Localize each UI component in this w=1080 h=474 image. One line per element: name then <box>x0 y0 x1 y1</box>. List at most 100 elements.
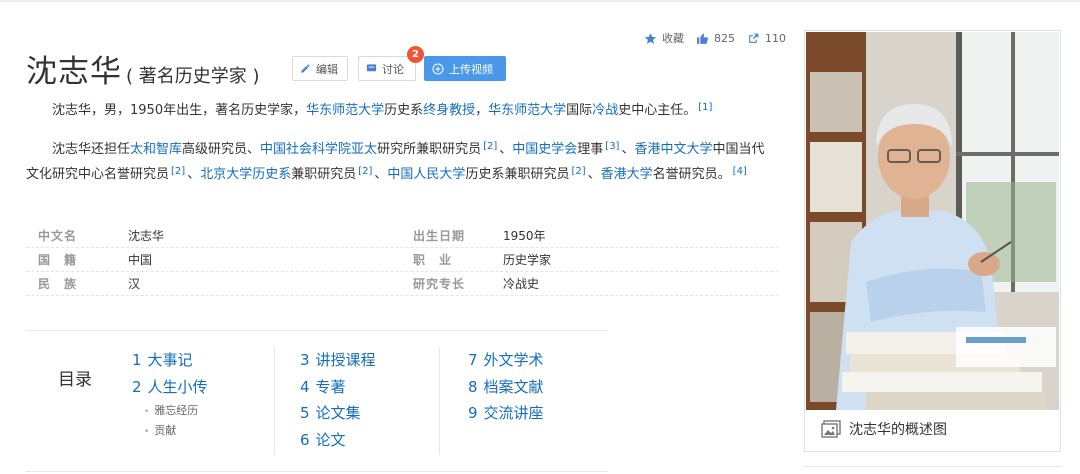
link-tenured-professor[interactable]: 终身教授 <box>423 103 475 118</box>
text: 研究所兼职研究员 <box>377 142 482 157</box>
link-hku[interactable]: 香港大学 <box>601 167 653 182</box>
link-cuhk[interactable]: 香港中文大学 <box>634 142 712 157</box>
upload-video-button[interactable]: 上传视频 <box>424 56 506 81</box>
info-label: 中文名 <box>38 229 78 243</box>
reference-2d[interactable]: [2] <box>571 166 585 177</box>
toc-num: 6 <box>300 430 310 449</box>
text: 、 <box>187 167 201 182</box>
favorite-label: 收藏 <box>662 32 684 45</box>
toc-subitem-experience[interactable]: 雅忘经历 <box>132 402 208 422</box>
toc-item-monographs[interactable]: 4 专著 <box>300 376 376 403</box>
link-ecnu-2[interactable]: 华东师范大学 <box>488 103 566 118</box>
discuss-count-badge: 2 <box>407 46 424 63</box>
table-of-contents: 目录 1 大事记 2 人生小传 雅忘经历 贡献 3 讲授课程 4 专著 5 论文集 6 论文… <box>26 330 608 472</box>
pencil-icon <box>301 64 310 73</box>
info-value: 1950年 <box>503 229 546 243</box>
info-value: 冷战史 <box>503 277 540 291</box>
like-button[interactable]: 825 <box>696 32 735 45</box>
info-value: 汉 <box>128 277 141 291</box>
text: 历史系 <box>384 103 424 118</box>
link-ruc[interactable]: 中国人民大学 <box>387 167 465 182</box>
info-label: 国 籍 <box>38 253 78 267</box>
toc-label: 论文 <box>315 430 346 449</box>
info-label: 研究专长 <box>413 277 466 291</box>
toc-label: 档案文献 <box>483 377 544 396</box>
info-row: 民 族 汉 研究专长 冷战史 <box>26 272 778 296</box>
favorite-button[interactable]: 收藏 <box>644 30 684 46</box>
text: 兼职研究员 <box>291 167 357 182</box>
toc-item-essay-collections[interactable]: 5 论文集 <box>300 402 376 429</box>
share-count: 110 <box>765 31 786 45</box>
top-divider <box>0 0 1080 2</box>
toc-divider <box>274 347 275 455</box>
text: 、 <box>587 167 601 182</box>
info-label: 职 业 <box>413 253 453 267</box>
page-subtitle: ( 著名历史学家 ) <box>126 66 260 87</box>
edit-label: 编辑 <box>316 62 338 76</box>
reference-3[interactable]: [3] <box>605 141 619 152</box>
text: 沈志华还担任 <box>52 142 131 157</box>
toc-num: 7 <box>468 351 478 369</box>
link-cass-asia-pacific[interactable]: 中国社会科学院亚太 <box>260 142 377 157</box>
toc-item-events[interactable]: 1 大事记 <box>132 349 208 376</box>
reference-1[interactable]: [1] <box>698 102 712 113</box>
toc-column-3: 7 外文学术 8 档案文献 9 交流讲座 <box>468 349 544 429</box>
star-icon <box>644 32 657 44</box>
text: 史中心主任。 <box>618 103 697 118</box>
discuss-button[interactable]: 讨论 <box>358 56 416 81</box>
toc-num: 3 <box>300 351 310 369</box>
link-chinese-historical-society[interactable]: 中国史学会 <box>512 142 577 157</box>
info-value: 历史学家 <box>503 253 552 267</box>
toc-item-archives[interactable]: 8 档案文献 <box>468 376 544 403</box>
text: 、 <box>621 142 635 157</box>
info-row: 国 籍 中国 职 业 历史学家 <box>26 248 778 272</box>
toc-column-2: 3 讲授课程 4 专著 5 论文集 6 论文 <box>300 349 376 455</box>
comment-icon <box>366 64 377 72</box>
toc-label: 大事记 <box>147 351 193 369</box>
toc-divider <box>439 347 440 455</box>
toc-item-foreign-scholarship[interactable]: 7 外文学术 <box>468 349 544 376</box>
plus-circle-icon <box>432 63 444 74</box>
summary-image-card[interactable]: 沈志华的概述图 <box>804 30 1061 452</box>
portrait-illustration <box>806 32 1059 410</box>
text: 名誉研究员。 <box>652 167 731 182</box>
toc-item-papers[interactable]: 6 论文 <box>300 429 376 456</box>
text: 沈志华，男，1950年出生，著名历史学家， <box>52 103 307 118</box>
link-pku-history[interactable]: 北京大学历史系 <box>200 167 291 182</box>
image-caption[interactable]: 沈志华的概述图 <box>821 419 947 439</box>
toc-item-courses[interactable]: 3 讲授课程 <box>300 349 376 376</box>
toc-num: 5 <box>300 404 310 422</box>
toc-num: 1 <box>132 351 142 369</box>
title-row: 沈志华 ( 著名历史学家 ) <box>26 46 260 91</box>
link-cold-war[interactable]: 冷战 <box>592 103 618 118</box>
toc-num: 8 <box>468 377 478 396</box>
portrait-photo[interactable] <box>806 32 1059 410</box>
reference-4[interactable]: [4] <box>733 166 747 177</box>
reference-2b[interactable]: [2] <box>171 166 185 177</box>
info-label: 民 族 <box>38 277 78 291</box>
entry-actions: 收藏 825 110 <box>644 30 786 46</box>
edit-button[interactable]: 编辑 <box>292 56 348 81</box>
toc-num: 9 <box>468 404 478 422</box>
info-row: 中文名 沈志华 出生日期 1950年 <box>26 224 778 248</box>
reference-2c[interactable]: [2] <box>358 166 372 177</box>
share-button[interactable]: 110 <box>747 32 786 45</box>
link-taihe[interactable]: 太和智库 <box>130 142 182 157</box>
toc-subitem-contributions[interactable]: 贡献 <box>132 422 208 442</box>
discuss-label: 讨论 <box>382 62 404 76</box>
toc-label: 人生小传 <box>147 377 208 396</box>
text: ， <box>475 103 489 118</box>
link-ecnu[interactable]: 华东师范大学 <box>306 103 384 118</box>
toc-title: 目录 <box>58 370 92 390</box>
info-value: 中国 <box>128 253 153 267</box>
reference-2[interactable]: [2] <box>483 141 497 152</box>
toc-item-biography[interactable]: 2 人生小传 <box>132 376 208 403</box>
info-value: 沈志华 <box>128 229 165 243</box>
toc-num: 2 <box>132 377 142 396</box>
toc-item-lectures[interactable]: 9 交流讲座 <box>468 402 544 429</box>
summary-paragraph-1: 沈志华，男，1950年出生，著名历史学家，华东师范大学历史系终身教授，华东师范大… <box>26 97 774 122</box>
toc-label: 专著 <box>315 377 346 396</box>
toc-column-1: 1 大事记 2 人生小传 雅忘经历 贡献 <box>132 349 208 442</box>
upload-video-label: 上传视频 <box>449 62 493 76</box>
text: 历史系兼职研究员 <box>465 167 570 182</box>
